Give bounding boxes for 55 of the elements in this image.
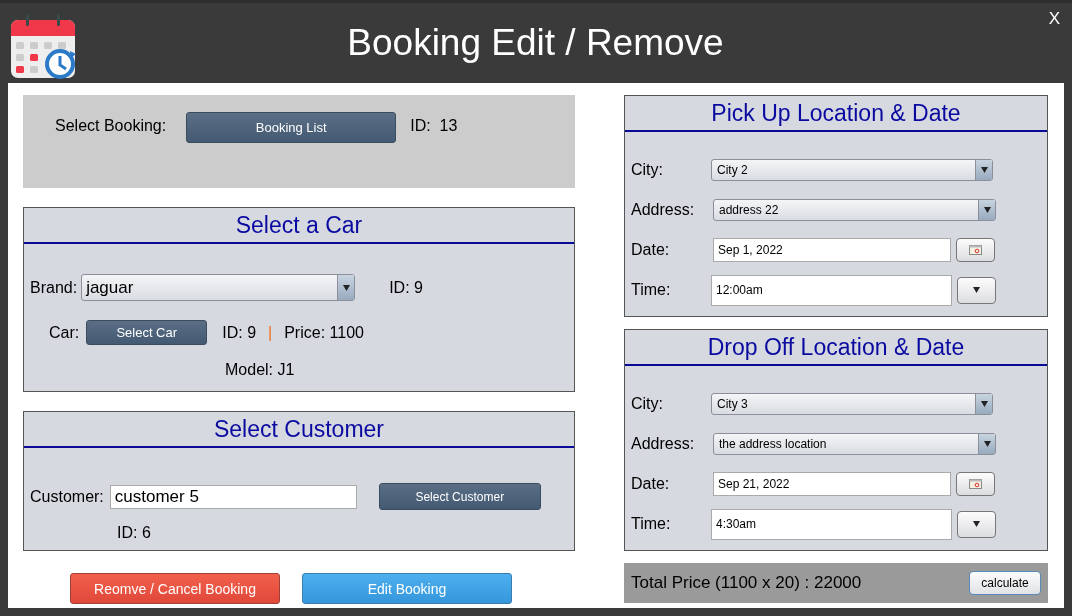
caret-icon: [972, 520, 981, 528]
calendar-icon: [969, 245, 982, 255]
calendar-button[interactable]: [956, 238, 995, 262]
close-button[interactable]: X: [1048, 9, 1060, 29]
date-field[interactable]: Sep 21, 2022: [713, 472, 951, 496]
caret-icon: [341, 283, 351, 292]
time-field[interactable]: 12:00am: [711, 274, 952, 306]
field-label: City:: [631, 395, 664, 413]
calendar-button[interactable]: [956, 472, 995, 496]
booking-list-button[interactable]: Booking List: [186, 112, 397, 143]
field-label: Date:: [631, 241, 671, 259]
customer-id-label: ID: 6: [117, 524, 151, 542]
dropdown[interactable]: City 3: [711, 393, 993, 415]
calendar-icon: [969, 479, 982, 489]
pickup-panel-title: Pick Up Location & Date: [625, 96, 1047, 132]
caret-icon: [982, 206, 992, 214]
price-label: Price: 1100: [284, 323, 364, 342]
caret-icon: [982, 440, 992, 448]
field-label: City:: [631, 161, 664, 179]
car-label: Car:: [49, 323, 80, 342]
field-label: Address:: [631, 201, 696, 219]
select-booking-label: Select Booking:: [55, 117, 167, 135]
calendar-clock-icon: [10, 14, 77, 80]
car-panel-title: Select a Car: [24, 208, 574, 244]
total-price-label: Total Price (1100 x 20) : 22000: [631, 573, 862, 593]
field-label: Time:: [631, 281, 672, 299]
field-label: Time:: [631, 515, 672, 533]
brand-label: Brand:: [30, 278, 78, 297]
dropoff-panel-title: Drop Off Location & Date: [625, 330, 1047, 366]
customer-panel-title: Select Customer: [24, 412, 574, 448]
time-dropdown-button[interactable]: [957, 510, 996, 538]
caret-icon: [979, 400, 989, 408]
customer-label: Customer:: [30, 487, 104, 506]
field-label: Date:: [631, 475, 671, 493]
customer-field[interactable]: customer 5: [109, 484, 357, 509]
brand-id-label: ID: 9: [389, 278, 423, 297]
dropdown[interactable]: address 22: [713, 199, 996, 221]
select-car-button[interactable]: Select Car: [86, 320, 208, 345]
window-title: Booking Edit / Remove: [346, 22, 725, 64]
time-field[interactable]: 4:30am: [711, 508, 952, 540]
field-label: Address:: [631, 435, 696, 453]
cancel-booking-button[interactable]: Reomve / Cancel Booking: [70, 573, 280, 604]
caret-icon: [972, 286, 981, 294]
time-dropdown-button[interactable]: [957, 276, 996, 304]
date-field[interactable]: Sep 1, 2022: [713, 238, 951, 262]
model-label: Model: J1: [225, 361, 295, 379]
separator-mark: |: [268, 323, 273, 342]
car-id-label: ID: 9: [222, 323, 257, 342]
dropdown[interactable]: City 2: [711, 159, 993, 181]
brand-dropdown[interactable]: jaguar: [81, 274, 356, 301]
booking-id-label: ID: 13: [410, 117, 458, 135]
calculate-button[interactable]: calculate: [969, 571, 1041, 595]
dropdown[interactable]: the address location: [713, 433, 996, 455]
caret-icon: [979, 166, 989, 174]
select-customer-button[interactable]: Select Customer: [378, 483, 541, 510]
